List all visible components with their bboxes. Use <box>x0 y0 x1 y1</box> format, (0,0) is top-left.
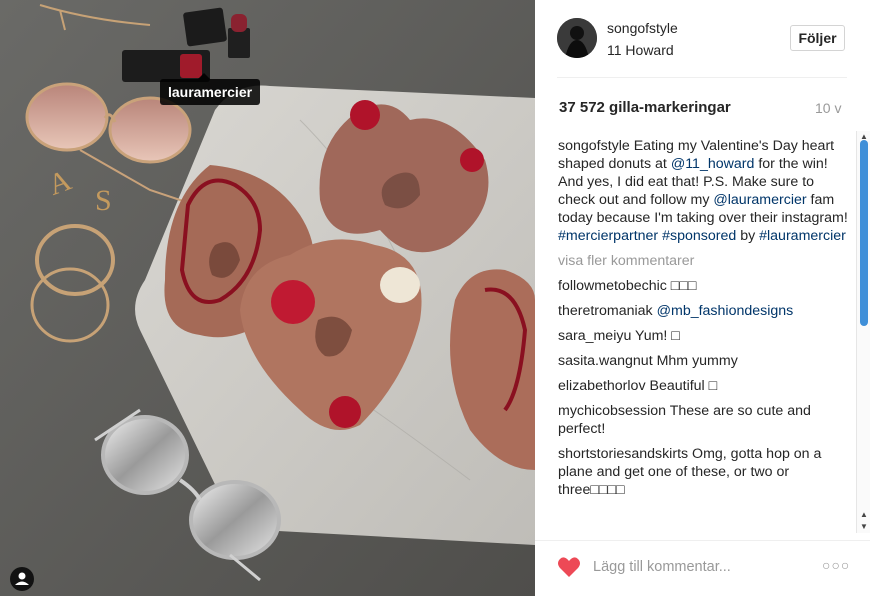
caption-hashtag-sponsored[interactable]: #sponsored <box>662 228 736 244</box>
like-button[interactable] <box>557 556 581 578</box>
caption-text: by <box>736 228 760 244</box>
post-photo[interactable]: A S lauramercier <box>0 0 535 596</box>
header-divider <box>557 77 847 78</box>
comment-username[interactable]: shortstoriesandskirts <box>558 446 688 462</box>
profile-photo-icon <box>557 18 597 58</box>
add-comment-input[interactable] <box>593 557 803 577</box>
svg-text:S: S <box>95 184 112 217</box>
caption-mention-11-howard[interactable]: @11_howard <box>671 156 755 172</box>
comment-item: sara_meiyu Yum! □ <box>558 327 854 345</box>
comment-item: theretromaniak @mb_fashiondesigns <box>558 302 854 320</box>
load-more-comments[interactable]: visa fler kommentarer <box>558 252 854 270</box>
scroll-down-arrow-icon[interactable]: ▼ <box>857 521 870 533</box>
caption-username[interactable]: songofstyle <box>558 138 630 154</box>
comments-scrollbar[interactable]: ▲ ▲ ▼ <box>856 131 870 533</box>
post-details-panel: songofstyle 11 Howard Följer 37 572 gill… <box>535 0 870 596</box>
comment-username[interactable]: theretromaniak <box>558 303 653 319</box>
photo-user-tag[interactable]: lauramercier <box>160 73 261 105</box>
comment-mention[interactable]: @mb_fashiondesigns <box>657 303 794 319</box>
post-age[interactable]: 10 v <box>815 100 841 116</box>
caption-hashtag-lauramercier[interactable]: #lauramercier <box>759 228 846 244</box>
scroll-up-arrow-icon[interactable]: ▲ <box>857 509 870 521</box>
comment-username[interactable]: sara_meiyu <box>558 328 631 344</box>
comment-item: elizabethorlov Beautiful □ <box>558 377 854 395</box>
heart-icon <box>558 557 580 577</box>
comment-username[interactable]: sasita.wangnut <box>558 353 653 369</box>
comment-text: □□□ <box>666 278 697 294</box>
comment-item: followmetobechic □□□ <box>558 277 854 295</box>
comment-username[interactable]: mychicobsession <box>558 403 666 419</box>
post-header: songofstyle 11 Howard Följer <box>557 18 847 78</box>
like-count[interactable]: 37 572 gilla-markeringar <box>559 99 731 116</box>
caption-hashtag-mercierpartner[interactable]: #mercierpartner <box>558 228 658 244</box>
follow-button[interactable]: Följer <box>790 25 845 51</box>
caption-mention-lauramercier[interactable]: @lauramercier <box>713 192 806 208</box>
caption: songofstyle Eating my Valentine's Day he… <box>558 137 854 245</box>
footer-divider <box>535 540 870 541</box>
comment-text: Beautiful □ <box>645 378 718 394</box>
comment-item: sasita.wangnut Mhm yummy <box>558 352 854 370</box>
location-link[interactable]: 11 Howard <box>607 42 674 58</box>
comment-text: Mhm yummy <box>652 353 738 369</box>
more-options-icon[interactable]: ○○○ <box>822 557 850 573</box>
donut-photo-illustration: A S <box>0 0 535 596</box>
comment-username[interactable]: elizabethorlov <box>558 378 646 394</box>
scrollbar-thumb[interactable] <box>860 140 868 326</box>
comment-item: mychicobsession These are so cute and pe… <box>558 402 854 438</box>
comments-list: songofstyle Eating my Valentine's Day he… <box>558 137 854 532</box>
comment-text: Yum! □ <box>631 328 680 344</box>
instagram-post-window: A S lauramercier songofstyle 11 Howard F… <box>0 0 870 596</box>
person-icon <box>15 572 29 585</box>
comment-item: shortstoriesandskirts Omg, gotta hop on … <box>558 445 854 499</box>
comment-username[interactable]: followmetobechic <box>558 278 667 294</box>
avatar[interactable] <box>557 18 597 58</box>
tagged-users-button[interactable] <box>10 567 34 591</box>
username-link[interactable]: songofstyle <box>607 20 678 36</box>
